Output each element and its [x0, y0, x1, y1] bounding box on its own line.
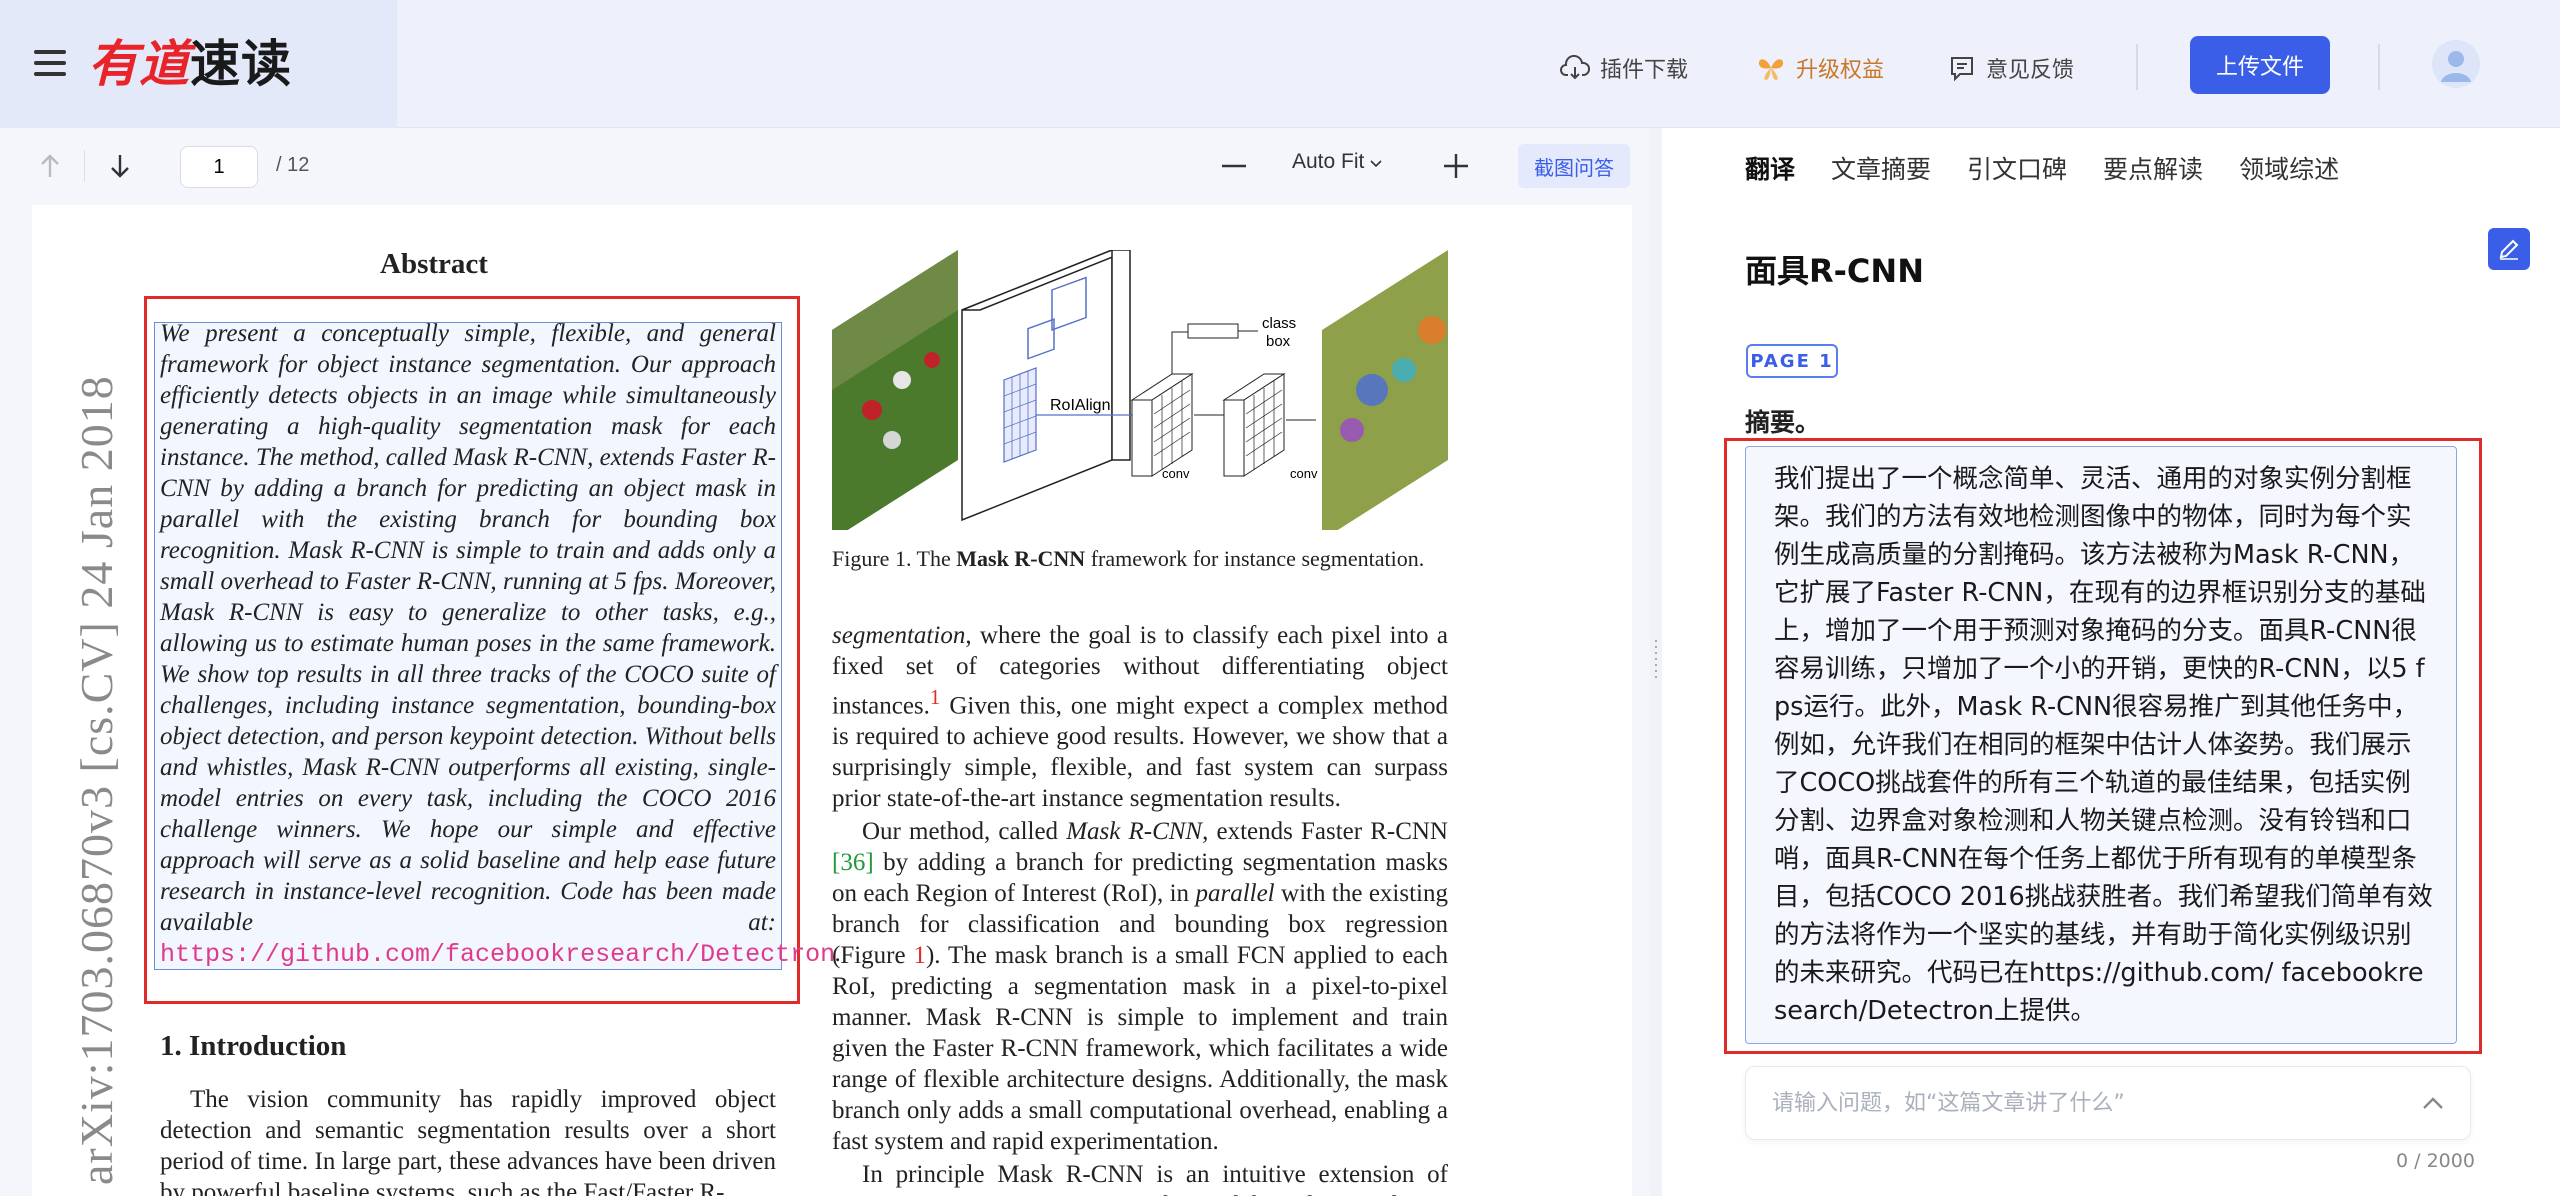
arrow-down-icon — [111, 155, 129, 178]
intro-body: The vision community has rapidly improve… — [160, 1086, 776, 1196]
tab-translate[interactable]: 翻译 — [1745, 150, 1795, 186]
page-number-input[interactable] — [180, 146, 258, 188]
conv-block-2 — [1222, 373, 1286, 477]
char-count: 0 / 2000 — [2396, 1150, 2475, 1172]
upgrade-label: 升级权益 — [1796, 58, 1885, 83]
crop-qa-button[interactable]: 截图问答 — [1518, 144, 1630, 188]
zoom-select[interactable]: Auto Fit — [1292, 150, 1382, 174]
conv-label-2: conv — [1290, 466, 1318, 481]
col2-p2-text2: , extends Faster R-CNN — [1202, 818, 1448, 846]
header-divider — [2136, 44, 2138, 90]
edit-button[interactable] — [2488, 228, 2530, 270]
translation-text: 我们提出了一个概念简单、灵活、通用的对象实例分割框架。我们的方法有效地检测图像中… — [1774, 464, 2433, 1026]
feedback-icon — [1951, 57, 1973, 82]
app-root: 有道速读 插件下载 升级权益 意见反馈 上传文件 / 12 Auto F — [0, 0, 2560, 1196]
cloud-download-icon — [1560, 55, 1590, 80]
col2-paragraph-1: segmentation, where the goal is to class… — [832, 620, 1448, 814]
plugin-download-label: 插件下载 — [1600, 58, 1689, 83]
column-2-text: segmentation, where the goal is to class… — [832, 620, 1448, 1196]
butterfly-icon — [1758, 59, 1784, 80]
arrow-up-icon — [41, 154, 59, 177]
pencil-icon — [2499, 239, 2519, 260]
header-divider — [2378, 44, 2380, 90]
tab-summary[interactable]: 文章摘要 — [1831, 150, 1931, 186]
intro-title: 1. Introduction — [160, 1030, 347, 1062]
tab-citations[interactable]: 引文口碑 — [1967, 150, 2067, 186]
logo-youdao: 有道 — [88, 35, 190, 93]
col2-p2-text5: ). The mask branch is a small FCN applie… — [832, 942, 1448, 1156]
zoom-value: Auto Fit — [1292, 150, 1365, 173]
tab-key-points[interactable]: 要点解读 — [2103, 150, 2203, 186]
figure-1-diagram: RoIAlign conv conv class box — [832, 250, 1448, 530]
footnote-ref[interactable]: 1 — [930, 685, 940, 709]
splitter-grip-icon[interactable] — [1653, 640, 1659, 684]
abstract-body[interactable]: We present a conceptually simple, flexib… — [160, 318, 841, 970]
feedback-label: 意见反馈 — [1986, 58, 2075, 83]
caption-prefix: Figure 1. The — [832, 546, 957, 571]
zoom-in-button[interactable] — [1438, 148, 1474, 184]
figure-1-caption: Figure 1. The Mask R-CNN framework for i… — [832, 546, 1452, 572]
panel-tabs: 翻译 文章摘要 引文口碑 要点解读 领域综述 — [1745, 150, 2375, 186]
zoom-out-button[interactable] — [1216, 148, 1252, 184]
col2-paragraph-3: In principle Mask R-CNN is an intuitive … — [832, 1161, 1448, 1196]
top-header: 有道速读 插件下载 升级权益 意见反馈 上传文件 — [0, 0, 2560, 128]
citation-link[interactable]: [36] — [832, 849, 874, 876]
feedback-link[interactable]: 意见反馈 — [1948, 50, 2074, 86]
roialign-label: RoIAlign — [1050, 397, 1110, 414]
chevron-down-icon — [1370, 160, 1382, 168]
section-label: 摘要。 — [1745, 408, 1821, 437]
caption-bold: Mask R-CNN — [956, 546, 1086, 571]
abstract-link[interactable]: https://github.com/facebookresearch/Dete… — [160, 940, 835, 969]
plus-icon — [1444, 154, 1468, 178]
roi-grid — [1003, 367, 1037, 463]
plugin-download-link[interactable]: 插件下载 — [1560, 50, 1688, 86]
col2-p1-em: segmentation — [832, 622, 966, 649]
minus-icon — [1222, 164, 1246, 168]
next-page-button[interactable] — [102, 148, 138, 184]
conv-block-1 — [1130, 373, 1194, 477]
menu-icon[interactable] — [34, 50, 66, 78]
logo-suidu: 速读 — [190, 35, 292, 93]
caption-suffix: framework for instance segmentation. — [1085, 546, 1425, 571]
abstract-text: We present a conceptually simple, flexib… — [160, 320, 776, 936]
chevron-up-icon[interactable] — [2418, 1089, 2448, 1119]
user-icon — [2432, 40, 2480, 88]
app-logo[interactable]: 有道速读 — [88, 34, 292, 94]
arxiv-id-sidebar: arXiv:1703.06870v3 [cs.CV] 24 Jan 2018 — [71, 375, 122, 1185]
translated-title: 面具R-CNN — [1745, 252, 1924, 290]
question-box — [1745, 1066, 2471, 1140]
conv-label-1: conv — [1162, 466, 1190, 481]
upgrade-link[interactable]: 升级权益 — [1756, 50, 1884, 86]
col2-p2-em2: parallel — [1195, 880, 1275, 908]
upload-file-button[interactable]: 上传文件 — [2190, 36, 2330, 94]
col2-p2-em: Mask R-CNN — [1066, 818, 1203, 846]
prev-page-button[interactable] — [32, 148, 68, 184]
page-badge: PAGE 1 — [1746, 344, 1838, 378]
box-label: box — [1266, 333, 1291, 350]
tab-field-review[interactable]: 领域综述 — [2239, 150, 2339, 186]
figure-ref-link[interactable]: 1 — [913, 942, 926, 969]
question-input[interactable] — [1772, 1085, 2372, 1121]
class-label: class — [1262, 315, 1296, 332]
user-avatar[interactable] — [2432, 40, 2480, 88]
col2-paragraph-2: Our method, called Mask R-CNN, extends F… — [832, 816, 1448, 1157]
page-total: / 12 — [276, 154, 310, 176]
toolbar-divider — [84, 150, 85, 182]
col2-p2-text: Our method, called — [862, 818, 1067, 846]
abstract-title: Abstract — [380, 248, 488, 280]
